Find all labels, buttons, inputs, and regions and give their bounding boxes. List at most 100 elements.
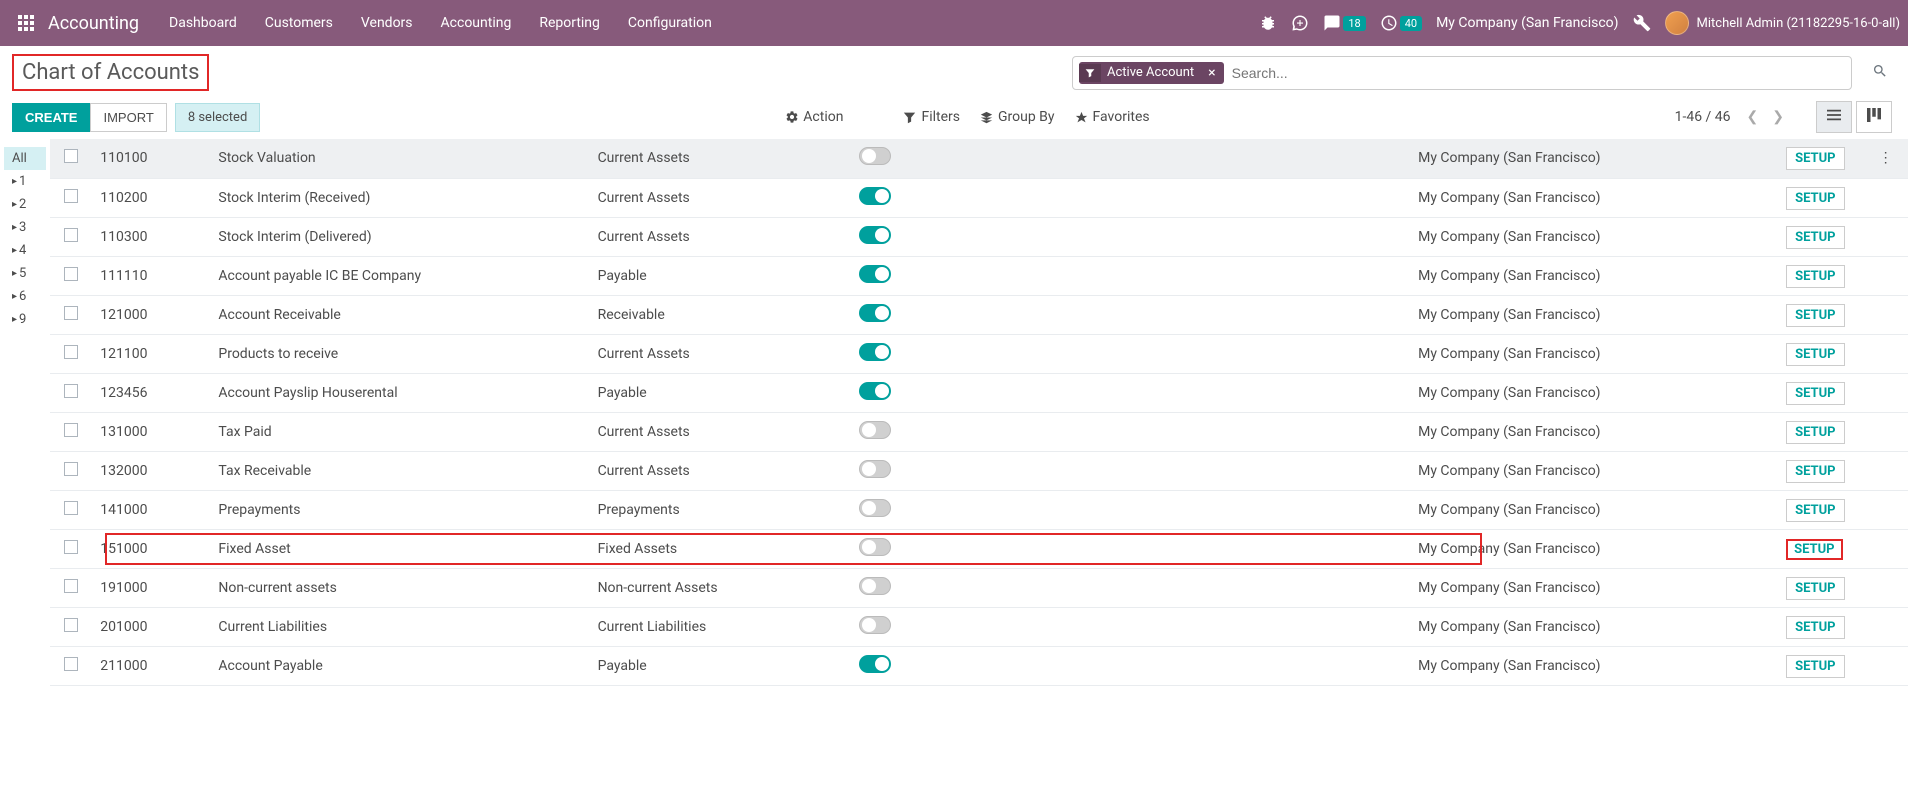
- row-checkbox[interactable]: [64, 501, 78, 515]
- setup-button[interactable]: SETUP: [1786, 265, 1844, 288]
- reconcile-toggle[interactable]: [859, 421, 891, 439]
- table-row[interactable]: 201000Current LiabilitiesCurrent Liabili…: [50, 607, 1908, 646]
- table-row[interactable]: 110200Stock Interim (Received)Current As…: [50, 178, 1908, 217]
- setup-button[interactable]: SETUP: [1786, 382, 1844, 405]
- reconcile-toggle[interactable]: [859, 147, 891, 165]
- reconcile-toggle[interactable]: [859, 577, 891, 595]
- nav-accounting[interactable]: Accounting: [427, 0, 526, 46]
- user-menu[interactable]: Mitchell Admin (21182295-16-0-all): [1665, 11, 1900, 35]
- reconcile-toggle[interactable]: [859, 499, 891, 517]
- settings-icon[interactable]: [1633, 14, 1651, 32]
- setup-button[interactable]: SETUP: [1786, 539, 1842, 560]
- import-button[interactable]: IMPORT: [90, 103, 166, 132]
- setup-button[interactable]: SETUP: [1786, 460, 1844, 483]
- table-row[interactable]: 132000Tax ReceivableCurrent AssetsMy Com…: [50, 451, 1908, 490]
- table-row[interactable]: 110300Stock Interim (Delivered)Current A…: [50, 217, 1908, 256]
- setup-button[interactable]: SETUP: [1786, 147, 1844, 170]
- action-dropdown[interactable]: Action: [785, 109, 843, 125]
- pager-prev[interactable]: ❮: [1741, 105, 1765, 129]
- search-box[interactable]: Active Account ×: [1072, 56, 1852, 90]
- support-icon[interactable]: [1291, 14, 1309, 32]
- messages-icon[interactable]: 18: [1323, 14, 1365, 32]
- reconcile-toggle[interactable]: [859, 226, 891, 244]
- apps-menu-icon[interactable]: [8, 5, 44, 41]
- activities-icon[interactable]: 40: [1380, 14, 1422, 32]
- table-row[interactable]: 191000Non-current assetsNon-current Asse…: [50, 568, 1908, 607]
- table-row[interactable]: 123456Account Payslip HouserentalPayable…: [50, 373, 1908, 412]
- company-switcher[interactable]: My Company (San Francisco): [1436, 15, 1618, 31]
- table-row[interactable]: 211000Account PayablePayableMy Company (…: [50, 646, 1908, 685]
- list-view-button[interactable]: [1816, 101, 1852, 133]
- setup-button[interactable]: SETUP: [1786, 421, 1844, 444]
- sidebar-all[interactable]: All: [4, 147, 46, 170]
- reconcile-toggle[interactable]: [859, 187, 891, 205]
- kebab-icon[interactable]: ⋮: [1879, 150, 1893, 166]
- nav-dashboard[interactable]: Dashboard: [155, 0, 251, 46]
- row-checkbox[interactable]: [64, 306, 78, 320]
- pager-next[interactable]: ❯: [1766, 105, 1790, 129]
- setup-button[interactable]: SETUP: [1786, 343, 1844, 366]
- reconcile-toggle[interactable]: [859, 304, 891, 322]
- kanban-view-button[interactable]: [1856, 101, 1892, 133]
- sidebar-group-6[interactable]: ▸6: [4, 285, 46, 308]
- table-row[interactable]: 131000Tax PaidCurrent AssetsMy Company (…: [50, 412, 1908, 451]
- breadcrumb[interactable]: Chart of Accounts: [12, 54, 209, 91]
- sidebar-group-3[interactable]: ▸3: [4, 216, 46, 239]
- row-checkbox[interactable]: [64, 384, 78, 398]
- row-checkbox[interactable]: [64, 579, 78, 593]
- setup-button[interactable]: SETUP: [1786, 655, 1844, 678]
- reconcile-toggle[interactable]: [859, 538, 891, 556]
- favorites-dropdown[interactable]: Favorites: [1075, 109, 1150, 125]
- reconcile-toggle[interactable]: [859, 655, 891, 673]
- main-content: All ▸1 ▸2 ▸3 ▸4 ▸5 ▸6 ▸9 110100Stock Val…: [0, 139, 1908, 686]
- control-panel: Chart of Accounts Active Account × CREAT…: [0, 46, 1908, 139]
- reconcile-toggle[interactable]: [859, 343, 891, 361]
- row-checkbox[interactable]: [64, 423, 78, 437]
- selection-count[interactable]: 8 selected: [175, 103, 260, 132]
- avatar: [1665, 11, 1689, 35]
- setup-button[interactable]: SETUP: [1786, 616, 1844, 639]
- sidebar-group-1[interactable]: ▸1: [4, 170, 46, 193]
- search-input[interactable]: [1224, 61, 1845, 85]
- row-checkbox[interactable]: [64, 462, 78, 476]
- setup-button[interactable]: SETUP: [1786, 577, 1844, 600]
- setup-button[interactable]: SETUP: [1786, 187, 1844, 210]
- setup-button[interactable]: SETUP: [1786, 499, 1844, 522]
- create-button[interactable]: CREATE: [12, 103, 90, 132]
- debug-icon[interactable]: [1259, 14, 1277, 32]
- pager-counter[interactable]: 1-46 / 46: [1675, 109, 1731, 125]
- nav-configuration[interactable]: Configuration: [614, 0, 726, 46]
- row-checkbox[interactable]: [64, 618, 78, 632]
- row-checkbox[interactable]: [64, 149, 78, 163]
- filters-dropdown[interactable]: Filters: [903, 109, 960, 125]
- setup-button[interactable]: SETUP: [1786, 304, 1844, 327]
- table-row[interactable]: 110100Stock ValuationCurrent AssetsMy Co…: [50, 139, 1908, 178]
- table-row[interactable]: 141000PrepaymentsPrepaymentsMy Company (…: [50, 490, 1908, 529]
- table-row[interactable]: 111110Account payable IC BE CompanyPayab…: [50, 256, 1908, 295]
- sidebar-group-5[interactable]: ▸5: [4, 262, 46, 285]
- reconcile-toggle[interactable]: [859, 382, 891, 400]
- table-row[interactable]: 151000Fixed AssetFixed AssetsMy Company …: [50, 529, 1908, 568]
- search-icon[interactable]: [1868, 59, 1892, 87]
- row-checkbox[interactable]: [64, 228, 78, 242]
- row-checkbox[interactable]: [64, 540, 78, 554]
- row-checkbox[interactable]: [64, 657, 78, 671]
- groupby-dropdown[interactable]: Group By: [980, 109, 1055, 125]
- row-checkbox[interactable]: [64, 267, 78, 281]
- row-checkbox[interactable]: [64, 189, 78, 203]
- nav-reporting[interactable]: Reporting: [525, 0, 614, 46]
- nav-customers[interactable]: Customers: [251, 0, 347, 46]
- setup-button[interactable]: SETUP: [1786, 226, 1844, 249]
- table-row[interactable]: 121100Products to receiveCurrent AssetsM…: [50, 334, 1908, 373]
- row-checkbox[interactable]: [64, 345, 78, 359]
- reconcile-toggle[interactable]: [859, 265, 891, 283]
- app-name[interactable]: Accounting: [44, 13, 155, 34]
- facet-remove[interactable]: ×: [1200, 62, 1223, 84]
- sidebar-group-2[interactable]: ▸2: [4, 193, 46, 216]
- sidebar-group-4[interactable]: ▸4: [4, 239, 46, 262]
- table-row[interactable]: 121000Account ReceivableReceivableMy Com…: [50, 295, 1908, 334]
- sidebar-group-9[interactable]: ▸9: [4, 308, 46, 331]
- reconcile-toggle[interactable]: [859, 460, 891, 478]
- reconcile-toggle[interactable]: [859, 616, 891, 634]
- nav-vendors[interactable]: Vendors: [347, 0, 427, 46]
